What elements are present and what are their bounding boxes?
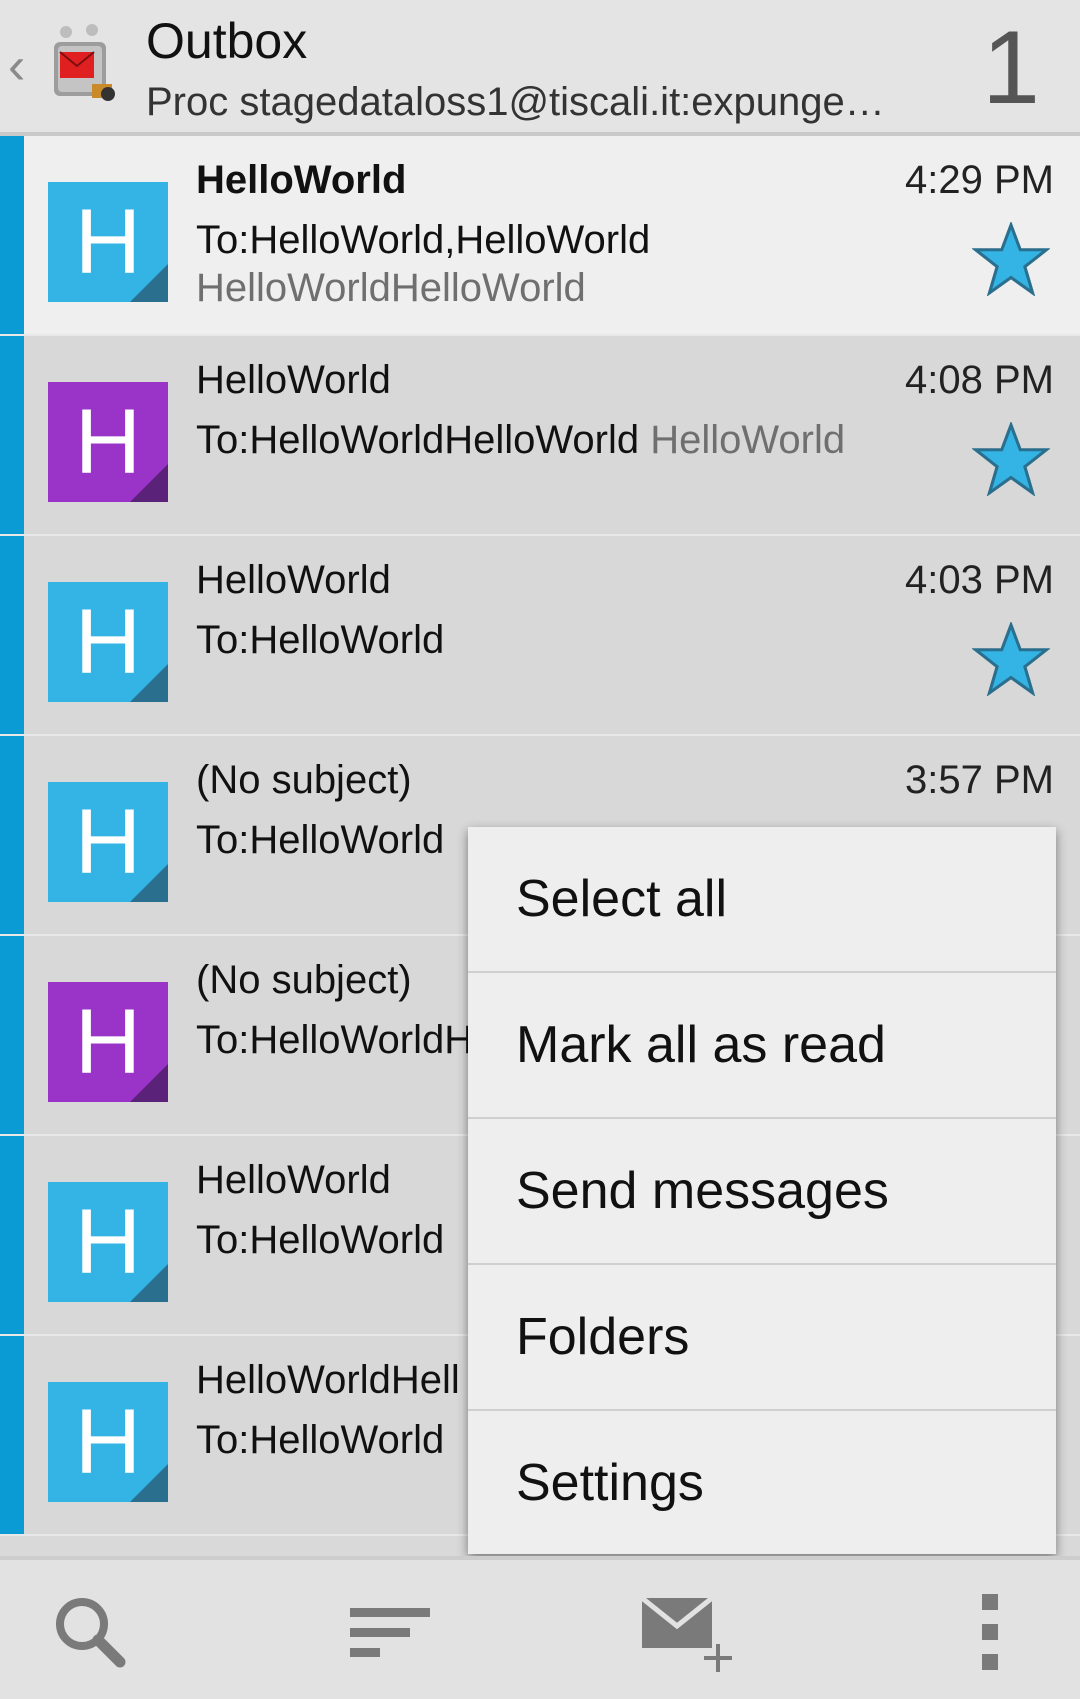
avatar[interactable]: H [48,182,168,302]
back-chevron-icon[interactable]: ‹ [8,40,25,92]
compose-icon[interactable] [636,1588,746,1678]
unread-count: 1 [982,10,1040,126]
sync-status: Proc stagedataloss1@tiscali.it:expunge… [146,80,885,124]
avatar[interactable]: H [48,582,168,702]
avatar[interactable]: H [48,982,168,1102]
account-color-stripe [0,336,24,534]
avatar[interactable]: H [48,1182,168,1302]
message-recipients: To:HelloWorldHelloWorld HelloWorld [196,418,845,463]
menu-item-folders[interactable]: Folders [468,1265,1056,1411]
message-recipients: To:HelloWorld [196,1218,445,1262]
message-subject: HelloWorldHell [196,1358,460,1402]
account-color-stripe [0,936,24,1134]
message-row[interactable]: H HelloWorld To:HelloWorld 4:03 PM [0,536,1080,736]
message-row[interactable]: H HelloWorld To:HelloWorldHelloWorld Hel… [0,336,1080,536]
star-icon[interactable] [972,422,1050,496]
message-time: 4:29 PM [905,158,1054,202]
message-recipients: To:HelloWorld [196,618,445,662]
account-color-stripe [0,1136,24,1334]
star-icon[interactable] [972,622,1050,696]
app-icon[interactable] [48,22,122,112]
avatar-corner [130,464,168,502]
message-subject: HelloWorld [196,358,391,402]
message-time: 4:03 PM [905,558,1054,602]
message-subject: HelloWorld [196,558,391,602]
message-recipients: To:HelloWorld [196,818,445,862]
page-title: Outbox [146,13,308,69]
avatar[interactable]: H [48,382,168,502]
recipients-text: To:HelloWorldHelloWorld [196,418,640,462]
message-recipients: To:HelloWorld,HelloWorld [196,218,651,262]
account-color-stripe [0,136,24,334]
avatar-corner [130,864,168,902]
sort-icon[interactable] [344,1588,440,1678]
message-subject: (No subject) [196,958,412,1002]
menu-item-settings[interactable]: Settings [468,1411,1056,1557]
message-row[interactable]: H HelloWorld To:HelloWorld,HelloWorld He… [0,136,1080,336]
message-recipients: To:HelloWorldH [196,1018,474,1062]
message-time: 4:08 PM [905,358,1054,402]
action-bar: ‹ Outbox Proc stagedataloss1@tiscali.it:… [0,0,1080,136]
menu-item-mark-all-read[interactable]: Mark all as read [468,973,1056,1119]
message-subject: (No subject) [196,758,412,802]
message-preview: HelloWorldHelloWorld [196,266,586,310]
account-color-stripe [0,1336,24,1534]
overflow-menu: Select all Mark all as read Send message… [468,827,1056,1554]
menu-item-select-all[interactable]: Select all [468,827,1056,973]
account-color-stripe [0,536,24,734]
account-color-stripe [0,736,24,934]
menu-item-send-messages[interactable]: Send messages [468,1119,1056,1265]
message-subject: HelloWorld [196,158,407,202]
message-time: 3:57 PM [905,758,1054,802]
message-subject: HelloWorld [196,1158,391,1202]
avatar[interactable]: H [48,782,168,902]
star-icon[interactable] [972,222,1050,296]
search-icon[interactable] [44,1588,140,1678]
avatar-corner [130,1064,168,1102]
avatar-corner [130,1464,168,1502]
message-preview: HelloWorld [650,418,846,462]
avatar[interactable]: H [48,1382,168,1502]
bottom-action-bar [0,1556,1080,1699]
avatar-corner [130,264,168,302]
avatar-corner [130,1264,168,1302]
message-recipients: To:HelloWorld [196,1418,445,1462]
avatar-corner [130,664,168,702]
overflow-icon[interactable] [942,1588,1038,1678]
